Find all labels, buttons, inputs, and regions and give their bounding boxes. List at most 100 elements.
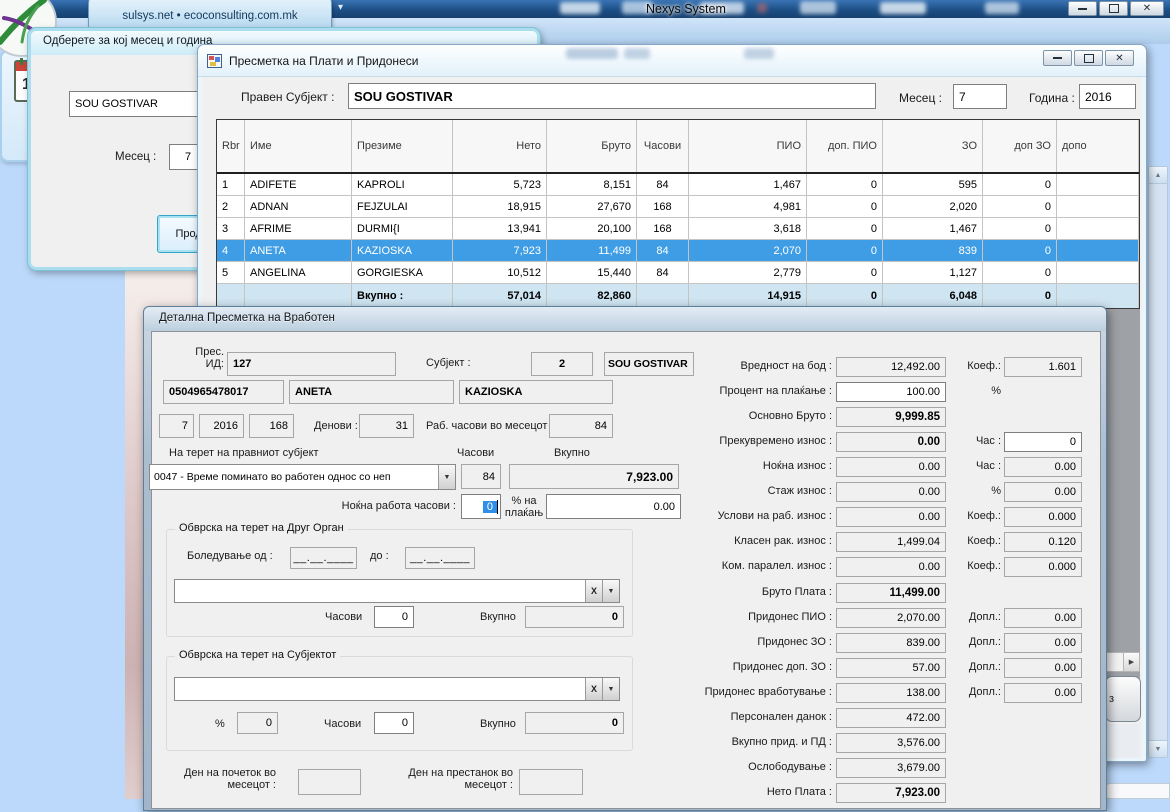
start-day-label: Ден на почеток вомесецот : [161,767,276,791]
dropdown-button[interactable]: ▼ [602,678,619,700]
calc-sub-field: 1.601 [1004,357,1082,377]
grid-cell [1057,284,1139,308]
calc-value-field[interactable]: 100.00 [836,382,946,402]
start-day-field[interactable] [298,769,361,795]
total-field: 0 [525,712,624,734]
scroll-down-button[interactable]: ▼ [1149,740,1167,757]
chevron-down-icon: ▼ [608,588,615,595]
embg-field: 0504965478017 [163,380,284,404]
calc-label: Ноќна износ : [664,460,832,472]
maximize-button[interactable] [1099,1,1128,16]
calc-value-field: 0.00 [836,557,946,577]
dropdown-button[interactable]: ▼ [438,465,455,489]
calc-sub-field: 0.00 [1004,608,1082,628]
calc-label: Вредност на бод : [664,360,832,372]
grid-header-cell: Име [245,120,352,172]
calc-sub-label: Допл.: [946,686,1001,698]
grid-cell: 5,723 [453,174,547,196]
grid-cell: 0 [983,174,1057,196]
partial-side-button[interactable]: з [1105,676,1141,722]
year-field[interactable]: 2016 [1079,84,1136,109]
minimize-button[interactable] [1068,1,1097,16]
table-row[interactable]: 4ANETAKAZIOSKA7,92311,499842,07008390 [217,240,1139,262]
main-window-title: Nexys System [646,2,726,16]
mdi-vscrollbar[interactable]: ▲ ▼ [1148,166,1168,758]
calc-value-field: 3,679.00 [836,758,946,778]
grid-hscrollbar[interactable]: ▶ [1105,652,1140,672]
grid-header-cell: Часови [637,120,689,172]
table-row[interactable]: 2ADNANFEJZULAI18,91527,6701684,98102,020… [217,196,1139,218]
grid-cell: 8,151 [547,174,637,196]
tab-menu-icon[interactable]: ▾ [338,2,343,13]
dropdown-button[interactable]: ▼ [602,580,619,602]
sick-from-label: Боледување од : [187,550,273,562]
close-button[interactable]: ✕ [1130,1,1164,16]
background-panel-corner [1105,783,1170,799]
sick-to-input[interactable]: __.__.____ [405,547,475,569]
payroll-titlebar[interactable]: Пресметка на Плати и Придонеси ✕ [198,45,1146,77]
calc-label: Услови на раб. износ : [664,510,832,522]
subject-field[interactable]: SOU GOSTIVAR [348,83,876,109]
pct-label: % [215,718,225,730]
month-label: Месец : [899,91,942,105]
calc-sub-label: Допл.: [946,611,1001,623]
grid-cell: 0 [983,218,1057,240]
night-hours-input[interactable]: 0 [461,494,501,519]
year-label: Година : [1029,91,1075,105]
hours-input[interactable]: 0 [374,712,414,734]
hours-input[interactable]: 0 [374,606,414,628]
grid-cell: 595 [883,174,983,196]
close-icon: ✕ [1115,53,1123,64]
grid-cell: 5 [217,262,245,284]
table-row[interactable]: 3AFRIMEDURMI{I13,94120,1001683,61801,467… [217,218,1139,240]
table-row[interactable]: 1ADIFETEKAPROLI5,7238,151841,46705950 [217,174,1139,196]
calc-sub-label: Коеф.: [946,510,1001,522]
glass-blob [985,2,1019,14]
table-row[interactable]: 5ANGELINAGORGIESKA10,51215,440842,77901,… [217,262,1139,284]
grid-cell: ADNAN [245,196,352,218]
grid-cell [637,284,689,308]
grid-cell: 2,020 [883,196,983,218]
calc-label: Класен рак. износ : [664,535,832,547]
grid-cell: ADIFETE [245,174,352,196]
scroll-up-button[interactable]: ▲ [1149,167,1167,184]
grid-cell: 168 [637,218,689,240]
glass-blob [624,48,650,59]
calc-sub-field[interactable]: 0 [1004,432,1082,452]
grid-cell: 18,915 [453,196,547,218]
work-type-combobox[interactable]: 0047 - Време поминато во работен однос с… [149,464,456,490]
other-organ-combobox[interactable]: X ▼ [174,579,620,603]
grid-cell: 0 [807,240,883,262]
sick-from-input[interactable]: __.__.____ [290,547,357,569]
maximize-button[interactable] [1074,50,1103,66]
grid-header-cell: ПИО [689,120,807,172]
browser-tab[interactable]: sulsys.net • ecoconsulting.com.mk [88,0,332,28]
minimize-icon [1078,8,1087,10]
pct-pay-input[interactable]: 0.00 [546,494,681,519]
subject-burden-combobox[interactable]: X ▼ [174,677,620,701]
end-day-field[interactable] [519,769,583,795]
calc-value-field: 472.00 [836,708,946,728]
calc-label: Придонес ПИО : [664,611,832,623]
minimize-button[interactable] [1043,50,1072,66]
group-title: Обврска на терет на Субјектот [175,649,340,661]
calc-label: Придонес ЗО : [664,636,832,648]
detail-titlebar[interactable]: Детална Пресметка на Вработен [144,307,1106,331]
close-button[interactable]: ✕ [1105,50,1134,66]
clear-button[interactable]: X [585,678,602,700]
calc-label: Нето Плата : [664,786,832,798]
grid-cell: 1 [217,174,245,196]
subject-code-label: Субјект : [426,357,471,369]
month-field[interactable]: 7 [953,84,1007,109]
calc-label: Персонален данок : [664,711,832,723]
hours-col-label: Часови [457,447,494,459]
clear-button[interactable]: X [585,580,602,602]
scroll-right-button[interactable]: ▶ [1123,653,1139,671]
calc-sub-field: 0.000 [1004,507,1082,527]
total-label: Вкупно [480,718,516,730]
calc-value-field: 7,923.00 [836,783,946,803]
payroll-grid: RbrИмеПрезимеНетоБрутоЧасовиПИОдоп. ПИОЗ… [216,119,1140,309]
scroll-right-icon: ▶ [1129,658,1134,666]
grid-cell: Вкупно : [352,284,453,308]
calc-label: Процент на плаќање : [664,385,832,397]
